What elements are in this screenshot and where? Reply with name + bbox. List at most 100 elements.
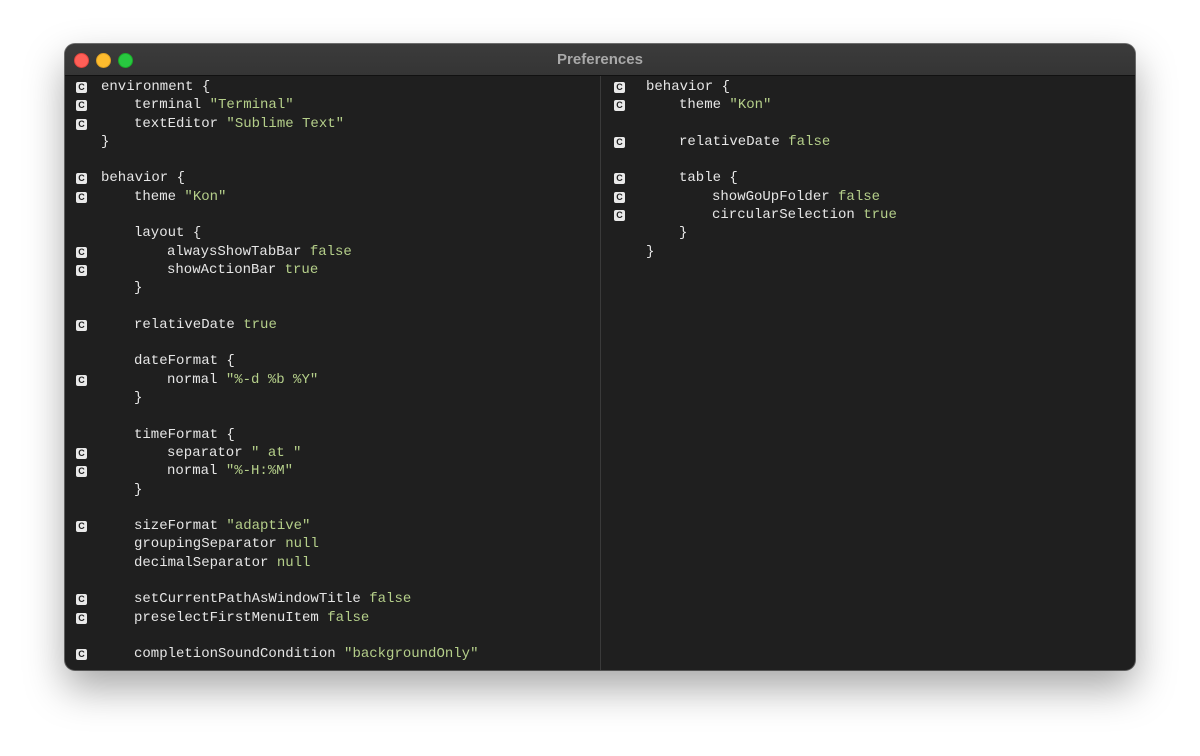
code-line[interactable] [65, 298, 600, 316]
code-line[interactable] [65, 572, 600, 590]
code-text: showGoUpFolder false [712, 188, 880, 206]
code-line[interactable]: CsetCurrentPathAsWindowTitle false [65, 590, 600, 608]
code-text: relativeDate false [679, 133, 830, 151]
code-line[interactable]: Ctable { [601, 169, 1135, 187]
config-marker-icon: C [614, 210, 625, 222]
code-text: relativeDate true [134, 316, 277, 334]
config-marker-icon: C [76, 649, 87, 661]
code-line[interactable]: Ctheme "Kon" [65, 188, 600, 206]
code-line[interactable]: } [65, 133, 600, 151]
code-line[interactable]: CtextEditor "Sublime Text" [65, 115, 600, 133]
left-editor-pane[interactable]: Cenvironment {Cterminal "Terminal" CtextE… [65, 76, 601, 670]
code-text: terminal "Terminal" [134, 96, 294, 114]
code-line[interactable]: } [65, 279, 600, 297]
config-value: "Kon" [184, 188, 227, 205]
code-line[interactable]: Ctheme "Kon" [601, 96, 1135, 114]
config-value: true [243, 316, 277, 333]
config-key: normal [167, 463, 218, 480]
config-marker-icon: C [76, 82, 87, 93]
config-marker-icon: C [76, 264, 87, 276]
config-key: } [646, 243, 655, 260]
code-line[interactable] [601, 115, 1135, 133]
code-text: } [134, 279, 142, 297]
code-line[interactable]: Cbehavior { [601, 78, 1135, 96]
config-key: theme [134, 188, 177, 205]
code-line[interactable]: } [601, 243, 1135, 261]
right-editor-pane[interactable]: Cbehavior {Ctheme "Kon" CrelativeDate fal… [601, 76, 1135, 670]
code-line[interactable] [65, 627, 600, 645]
code-line[interactable]: CrelativeDate false [601, 133, 1135, 151]
code-line[interactable] [601, 151, 1135, 169]
config-value: "backgroundOnly" [344, 646, 479, 663]
code-line[interactable]: Cterminal "Terminal" [65, 96, 600, 114]
title-bar: Preferences [65, 44, 1135, 76]
config-value: "Terminal" [209, 97, 294, 114]
code-line[interactable]: CcompletionSoundCondition "backgroundOnl… [65, 645, 600, 663]
config-value: " at " [251, 444, 302, 461]
code-text: normal "%-H:%M" [167, 462, 293, 480]
config-value: false [369, 591, 412, 608]
config-marker-icon: C [76, 246, 87, 258]
code-line[interactable]: dateFormat { [65, 352, 600, 370]
config-marker-icon: C [76, 319, 87, 331]
config-key: sizeFormat [134, 518, 219, 535]
code-line[interactable]: Cnormal "%-H:%M" [65, 462, 600, 480]
code-line[interactable]: timeFormat { [65, 426, 600, 444]
code-line[interactable] [65, 407, 600, 425]
code-text: } [646, 243, 654, 261]
config-key: relativeDate [679, 133, 780, 150]
code-line[interactable]: } [601, 224, 1135, 242]
config-key: } [679, 225, 688, 242]
code-text: dateFormat { [134, 352, 235, 370]
code-line[interactable] [65, 334, 600, 352]
config-marker-icon: C [76, 594, 87, 606]
code-line[interactable]: CalwaysShowTabBar false [65, 243, 600, 261]
config-key: preselectFirstMenuItem [134, 609, 319, 626]
config-value: "%-d %b %Y" [225, 371, 319, 388]
code-line[interactable]: Cbehavior { [65, 169, 600, 187]
code-line[interactable]: groupingSeparator null [65, 535, 600, 553]
config-key: textEditor [134, 115, 219, 132]
config-key: table [679, 170, 722, 187]
code-text: showActionBar true [167, 261, 318, 279]
code-line[interactable] [65, 499, 600, 517]
code-line[interactable]: CshowActionBar true [65, 261, 600, 279]
config-key: environment [101, 79, 194, 95]
config-key: normal [167, 371, 218, 388]
code-text: layout { [134, 224, 201, 242]
config-marker-icon: C [76, 612, 87, 624]
code-line[interactable]: layout { [65, 224, 600, 242]
left-code-lines: Cenvironment {Cterminal "Terminal" CtextE… [65, 76, 600, 664]
code-line[interactable] [65, 151, 600, 169]
window-title: Preferences [557, 51, 643, 68]
code-line[interactable]: CcircularSelection true [601, 206, 1135, 224]
code-line[interactable]: Cseparator " at " [65, 444, 600, 462]
config-key: theme [679, 97, 722, 114]
code-line[interactable]: CrelativeDate true [65, 316, 600, 334]
code-text: table { [679, 169, 738, 187]
config-value: false [327, 609, 370, 626]
config-value: null [276, 554, 311, 571]
config-key: alwaysShowTabBar [167, 243, 302, 260]
config-key: groupingSeparator [134, 536, 277, 553]
code-text: } [101, 133, 109, 151]
config-key: } [134, 280, 143, 297]
code-text: normal "%-d %b %Y" [167, 371, 318, 389]
code-line[interactable]: CshowGoUpFolder false [601, 188, 1135, 206]
config-key: } [101, 133, 110, 150]
config-key: } [134, 390, 143, 407]
code-line[interactable]: } [65, 481, 600, 499]
config-value: "Kon" [729, 97, 772, 114]
code-text: theme "Kon" [679, 96, 771, 114]
config-key: circularSelection [712, 207, 855, 224]
code-line[interactable] [65, 206, 600, 224]
code-line[interactable]: CpreselectFirstMenuItem false [65, 609, 600, 627]
code-line[interactable]: decimalSeparator null [65, 554, 600, 572]
config-value: "%-H:%M" [225, 463, 294, 480]
config-value: "Sublime Text" [226, 115, 345, 132]
code-line[interactable]: } [65, 389, 600, 407]
code-line[interactable]: Cenvironment { [65, 78, 600, 96]
code-line[interactable]: CsizeFormat "adaptive" [65, 517, 600, 535]
config-key: dateFormat [134, 353, 219, 370]
code-line[interactable]: Cnormal "%-d %b %Y" [65, 371, 600, 389]
